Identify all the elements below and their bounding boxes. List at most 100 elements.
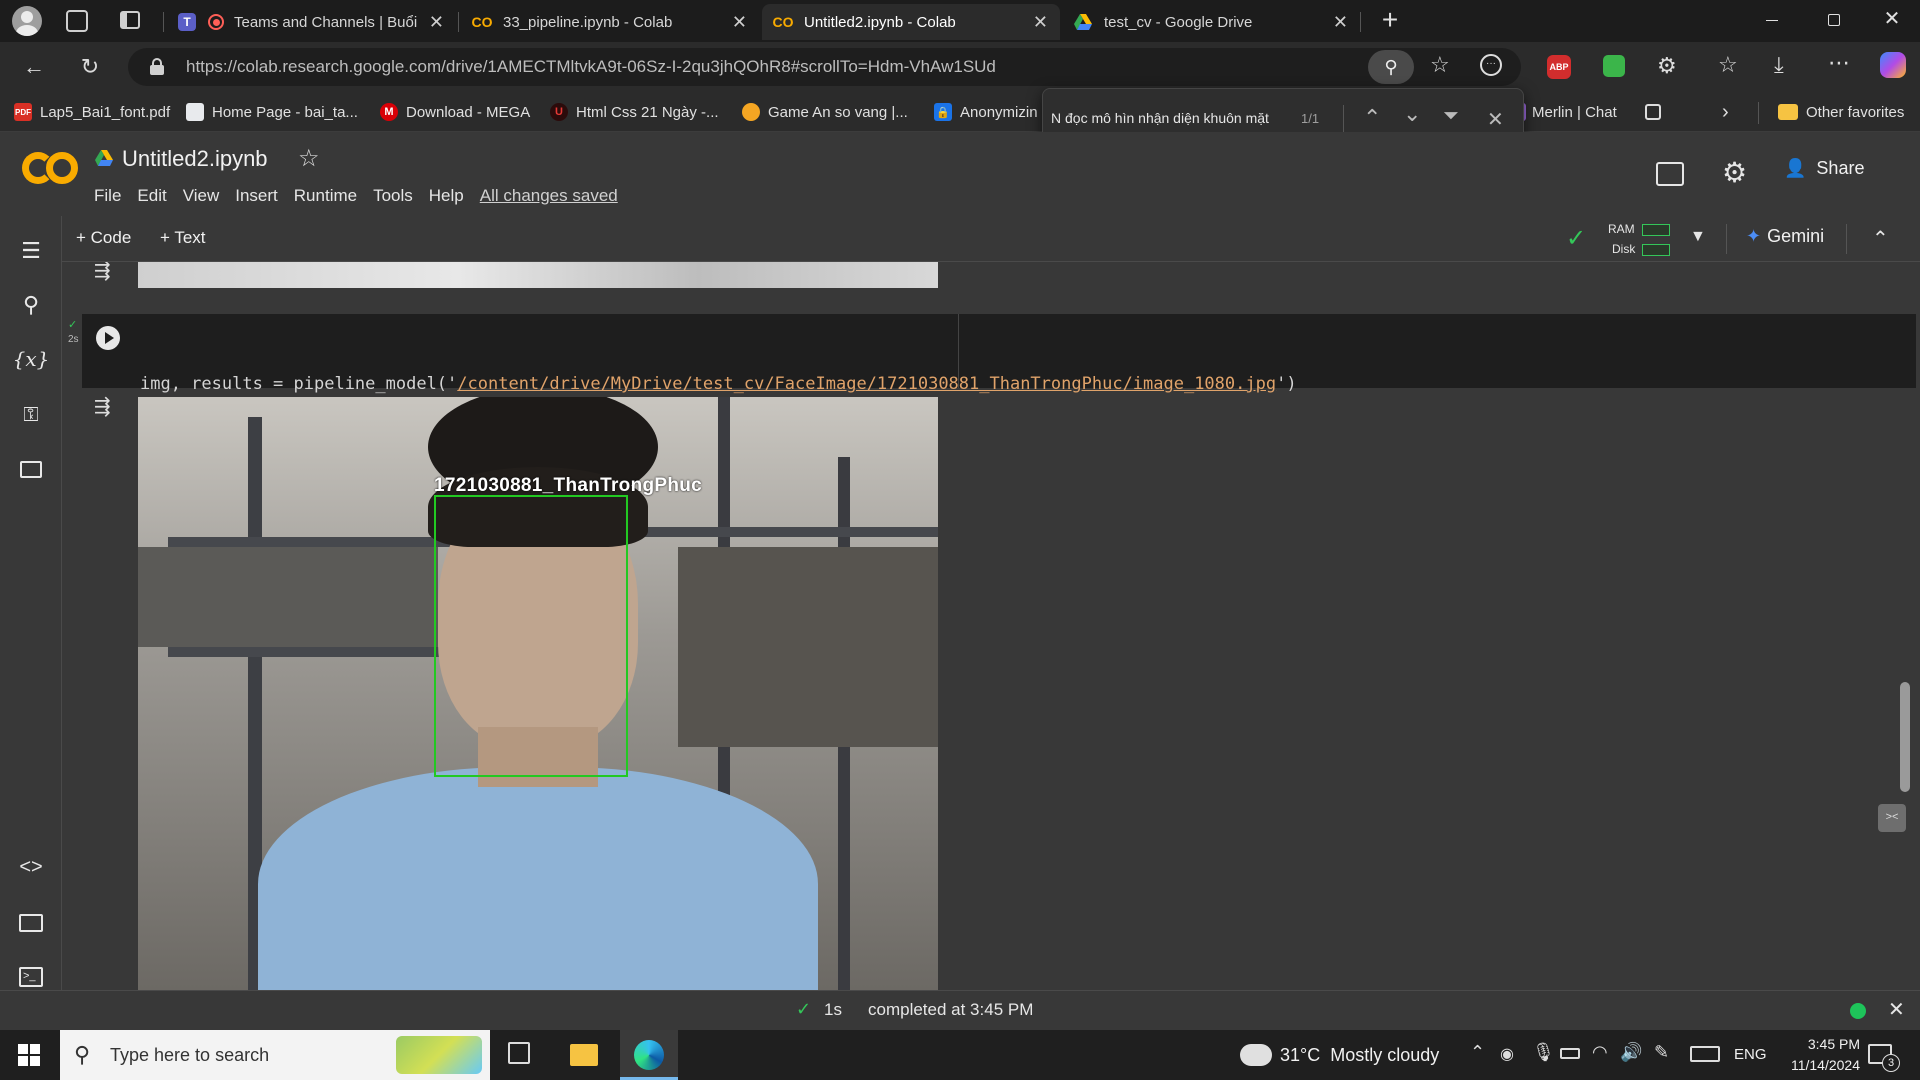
- tab-33-pipeline[interactable]: CO 33_pipeline.ipynb - Colab ✕: [461, 4, 759, 40]
- browser-essentials-icon[interactable]: ···: [1480, 54, 1502, 76]
- wifi-tray-icon[interactable]: ◠: [1592, 1042, 1608, 1063]
- bookmark-calendar[interactable]: [1645, 100, 1661, 124]
- terminal-icon[interactable]: >_: [14, 960, 48, 994]
- find-input[interactable]: N đọc mô hìn nhận diện khuôn mặt: [1051, 110, 1269, 126]
- find-next-icon[interactable]: ⌄: [1403, 101, 1421, 127]
- find-previous-icon[interactable]: ⌃: [1363, 105, 1381, 131]
- runtime-dropdown-icon[interactable]: ▼: [1690, 228, 1706, 246]
- find-filter-icon[interactable]: ⏷: [1443, 105, 1459, 128]
- share-button[interactable]: 👤 Share: [1784, 158, 1864, 179]
- colab-logo[interactable]: [22, 152, 78, 184]
- code-snippets-icon[interactable]: <>: [14, 850, 48, 884]
- resources-indicator[interactable]: RAM Disk: [1604, 220, 1674, 258]
- file-explorer-icon[interactable]: [570, 1044, 598, 1066]
- edge-taskbar-button[interactable]: [620, 1030, 678, 1080]
- menu-edit[interactable]: Edit: [137, 186, 166, 206]
- taskbar-search-box[interactable]: ⚲ Type here to search: [60, 1030, 490, 1080]
- run-cell-button[interactable]: [96, 326, 120, 350]
- new-tab-icon[interactable]: +: [1375, 6, 1405, 36]
- back-icon[interactable]: ←: [16, 49, 52, 85]
- files-folder-icon[interactable]: [14, 452, 48, 486]
- pen-tray-icon[interactable]: ✎: [1654, 1042, 1669, 1063]
- camera-tray-icon[interactable]: ◉: [1500, 1044, 1514, 1064]
- code-cell[interactable]: ✓ 2s img, results = pipeline_model('/con…: [68, 314, 1916, 466]
- bookmark-mega[interactable]: M Download - MEGA: [380, 100, 530, 124]
- notebook-title[interactable]: Untitled2.ipynb: [122, 146, 268, 172]
- tab-untitled2[interactable]: CO Untitled2.ipynb - Colab ✕: [762, 4, 1060, 40]
- close-status-icon[interactable]: ✕: [1888, 997, 1905, 1022]
- menu-runtime[interactable]: Runtime: [294, 186, 357, 206]
- colab-header: Untitled2.ipynb ☆ File Edit View Insert …: [0, 132, 1920, 216]
- output-toggle-icon[interactable]: ⇶: [94, 394, 111, 419]
- output-toggle-icon[interactable]: ⇶: [94, 262, 111, 283]
- microphone-tray-icon[interactable]: 🎙: [1532, 1042, 1555, 1063]
- windows-start-icon[interactable]: [18, 1044, 40, 1066]
- menu-insert[interactable]: Insert: [235, 186, 278, 206]
- workspaces-icon[interactable]: [66, 10, 88, 32]
- menu-view[interactable]: View: [183, 186, 220, 206]
- close-icon[interactable]: ✕: [1333, 12, 1348, 33]
- settings-icon[interactable]: ⚙: [1722, 156, 1747, 189]
- secrets-key-icon[interactable]: ⚿: [14, 398, 48, 432]
- menu-tools[interactable]: Tools: [373, 186, 413, 206]
- menu-help[interactable]: Help: [429, 186, 464, 206]
- close-window-icon[interactable]: ✕: [1880, 6, 1904, 32]
- restore-icon[interactable]: [1828, 14, 1840, 26]
- add-code-button[interactable]: + Code: [76, 228, 131, 248]
- bookmark-other-favorites[interactable]: Other favorites: [1778, 100, 1904, 124]
- profile-avatar[interactable]: [12, 6, 42, 36]
- star-icon[interactable]: ☆: [298, 144, 320, 173]
- bookmark-game[interactable]: Game An so vang |...: [742, 100, 908, 124]
- weather-text[interactable]: 31°C Mostly cloudy: [1280, 1045, 1439, 1066]
- task-view-icon[interactable]: [508, 1042, 530, 1064]
- url-field[interactable]: https://colab.research.google.com/drive/…: [128, 48, 1521, 86]
- tray-overflow-icon[interactable]: ⌃: [1470, 1042, 1485, 1063]
- command-palette-icon[interactable]: [14, 906, 48, 940]
- tab-actions-icon[interactable]: [120, 11, 140, 29]
- save-status-link[interactable]: All changes saved: [480, 186, 618, 206]
- bookmark-merlin[interactable]: Merlin | Chat: [1516, 100, 1617, 124]
- battery-tray-icon[interactable]: [1560, 1048, 1580, 1059]
- bookmark-html-css[interactable]: U Html Css 21 Ngày -...: [550, 100, 719, 124]
- bookmark-lap5[interactable]: PDF Lap5_Bai1_font.pdf: [14, 100, 170, 124]
- favorites-icon[interactable]: ☆: [1718, 52, 1738, 78]
- extensions-icon[interactable]: ⚙: [1657, 53, 1677, 79]
- more-menu-icon[interactable]: ⋯: [1828, 50, 1850, 76]
- scrollbar-thumb[interactable]: [1900, 682, 1910, 792]
- close-icon[interactable]: ✕: [1033, 12, 1048, 33]
- clock[interactable]: 3:45 PM 11/14/2024: [1770, 1034, 1860, 1076]
- weather-icon[interactable]: [1240, 1044, 1272, 1066]
- favorite-star-icon[interactable]: ☆: [1430, 52, 1450, 78]
- search-icon[interactable]: ⚲: [14, 288, 48, 322]
- tab-teams[interactable]: T Teams and Channels | Buổi 1 ✕: [166, 4, 456, 40]
- close-icon[interactable]: ✕: [429, 12, 444, 33]
- reload-icon[interactable]: ↻: [72, 49, 108, 85]
- adblock-icon[interactable]: ABP: [1547, 55, 1571, 79]
- copilot-icon[interactable]: [1880, 52, 1906, 78]
- add-text-button[interactable]: + Text: [160, 228, 206, 248]
- comment-icon[interactable]: [1656, 162, 1684, 186]
- tab-google-drive[interactable]: test_cv - Google Drive ✕: [1062, 4, 1360, 40]
- drive-icon[interactable]: [95, 150, 113, 171]
- volume-tray-icon[interactable]: 🔊: [1620, 1042, 1642, 1063]
- runtime-status-dot[interactable]: [1850, 1003, 1866, 1019]
- bookmark-anonymizin[interactable]: 🔒 Anonymizin: [934, 100, 1038, 124]
- bookmark-home-page[interactable]: Home Page - bai_ta...: [186, 100, 358, 124]
- read-aloud-icon[interactable]: ⚲: [1368, 50, 1414, 84]
- downloads-icon[interactable]: ⤓: [1774, 52, 1784, 78]
- bookmarks-overflow-icon[interactable]: ›: [1722, 100, 1729, 124]
- table-of-contents-icon[interactable]: ☰: [14, 234, 48, 268]
- close-icon[interactable]: ✕: [732, 12, 747, 33]
- collapse-header-icon[interactable]: ⌃: [1872, 226, 1889, 251]
- variables-icon[interactable]: {x}: [13, 342, 50, 376]
- language-indicator[interactable]: ENG: [1734, 1046, 1767, 1063]
- extension-green-icon[interactable]: [1603, 55, 1625, 77]
- notification-center-icon[interactable]: 3: [1868, 1044, 1900, 1072]
- colab-icon: CO: [772, 14, 794, 30]
- keyboard-tray-icon[interactable]: [1690, 1046, 1720, 1062]
- find-close-icon[interactable]: ✕: [1487, 107, 1504, 132]
- minimize-icon[interactable]: [1766, 20, 1778, 21]
- gemini-button[interactable]: ✦ Gemini: [1746, 226, 1824, 247]
- menu-file[interactable]: File: [94, 186, 121, 206]
- cell-tools-icon[interactable]: ><: [1878, 804, 1906, 832]
